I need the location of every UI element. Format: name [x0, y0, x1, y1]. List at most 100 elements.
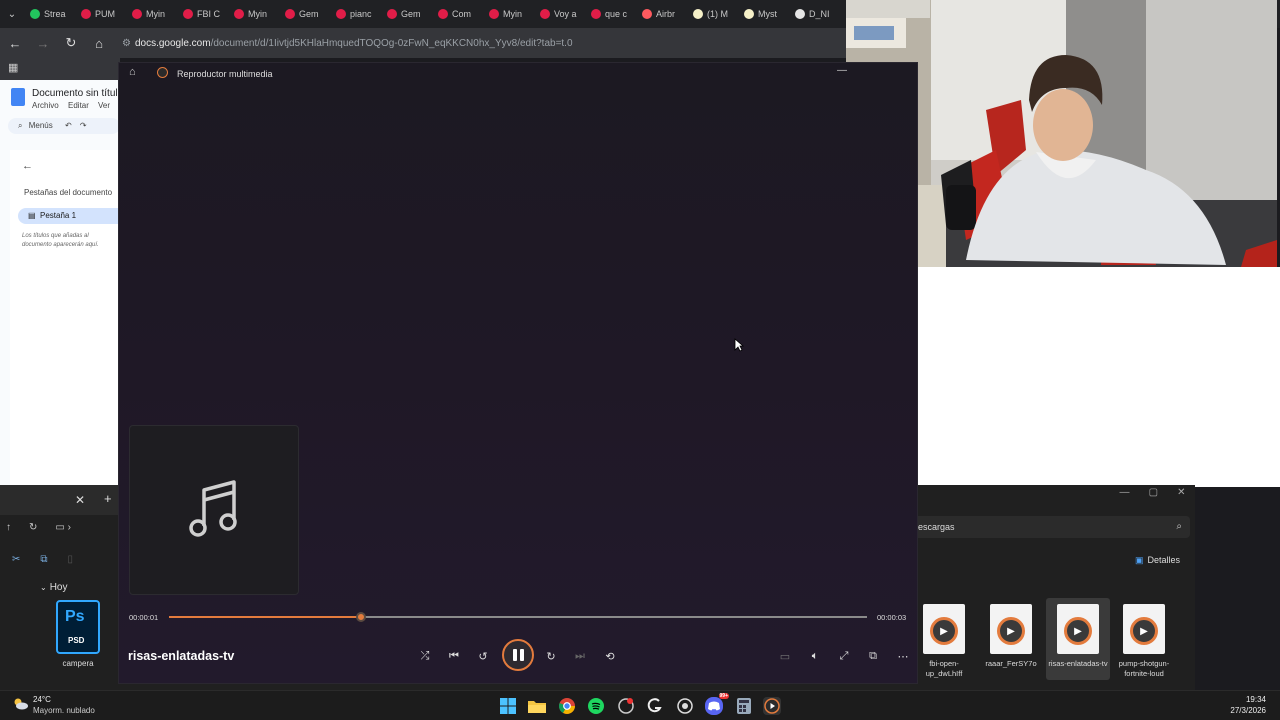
search-icon[interactable]: ⌕: [1176, 516, 1182, 538]
back-icon[interactable]: ←: [8, 36, 22, 51]
search-input[interactable]: escargas ⌕: [912, 516, 1190, 538]
reload-icon[interactable]: ↻: [64, 35, 78, 51]
close-tab-icon[interactable]: ✕: [75, 493, 85, 507]
repeat-off-icon[interactable]: ⟲: [601, 647, 619, 665]
docs-logo-icon: [11, 88, 25, 106]
video-file[interactable]: ▶ pump-shotgun-fortnite-loud: [1115, 604, 1173, 680]
clock-time[interactable]: 19:34: [1246, 695, 1266, 704]
calculator-icon[interactable]: [735, 697, 753, 715]
clock-date[interactable]: 27/3/2026: [1230, 706, 1266, 715]
music-note-icon: [189, 480, 237, 537]
menu-ver[interactable]: Ver: [98, 101, 110, 110]
details-button[interactable]: ▣ Detalles: [1135, 552, 1180, 568]
photoshop-express-icon[interactable]: [617, 697, 635, 715]
mini-player-icon[interactable]: ⧉: [864, 647, 882, 665]
close-panel-arrow-icon[interactable]: ←: [22, 160, 33, 172]
fullscreen-icon[interactable]: ⤢: [835, 647, 853, 665]
site-info-icon[interactable]: ⚙: [122, 38, 131, 49]
play-circle-icon: ▶: [930, 617, 958, 645]
details-pane-icon: ▣: [1135, 555, 1144, 565]
browser-tab[interactable]: Gem: [381, 0, 432, 28]
volume-icon[interactable]: 🔈︎: [806, 647, 824, 665]
browser-tab[interactable]: Airbr: [636, 0, 687, 28]
browser-tab-label: Myin: [248, 9, 268, 19]
tab-favicon-icon: [795, 9, 805, 19]
file-name[interactable]: campera: [50, 659, 106, 668]
search-menus[interactable]: Menús: [29, 121, 53, 130]
new-tab-icon[interactable]: +: [104, 491, 112, 506]
app-g-icon[interactable]: [646, 697, 664, 715]
browser-tab[interactable]: Com: [432, 0, 483, 28]
shuffle-icon[interactable]: ⤮: [416, 647, 434, 665]
discord-icon[interactable]: 99+: [705, 693, 729, 715]
undo-icon[interactable]: ↶: [65, 121, 72, 130]
home-icon[interactable]: ⌂: [129, 66, 136, 78]
browser-tab[interactable]: Myin: [483, 0, 534, 28]
psd-file-icon[interactable]: Ps PSD: [56, 600, 100, 654]
browser-tab[interactable]: D_NI: [789, 0, 840, 28]
chrome-icon[interactable]: [558, 697, 576, 715]
browser-tab[interactable]: Myst: [738, 0, 789, 28]
browser-tab-label: Strea: [44, 9, 66, 19]
spotify-icon[interactable]: [587, 697, 605, 715]
cloudy-weather-icon[interactable]: [13, 698, 29, 710]
home-icon[interactable]: ⌂: [92, 36, 106, 51]
more-options-icon[interactable]: ⋯: [894, 647, 912, 665]
video-file[interactable]: ▶ fbi-open-up_dwLhIff: [915, 604, 973, 680]
doc-title[interactable]: Documento sin título: [32, 88, 123, 99]
seek-bar[interactable]: [169, 612, 867, 622]
forward-30-icon[interactable]: ↻: [542, 647, 560, 665]
video-file[interactable]: ▶ raaar_FerSY7o: [982, 604, 1040, 680]
play-circle-icon: ▶: [997, 617, 1025, 645]
play-circle-icon: ▶: [1130, 617, 1158, 645]
address-bar-row: ← → ↻ ⌂ ⚙ docs.google.com/document/d/1Iiv…: [0, 28, 846, 58]
browser-tab-label: Voy a: [554, 9, 577, 19]
minimize-icon[interactable]: —: [837, 65, 847, 76]
search-menus-icon[interactable]: ⌕: [18, 121, 22, 130]
paste-icon[interactable]: ▯: [68, 554, 74, 565]
browser-tab[interactable]: Myin: [228, 0, 279, 28]
steam-icon[interactable]: [676, 697, 694, 715]
previous-icon[interactable]: ⏮: [445, 647, 463, 665]
url-field[interactable]: ⚙ docs.google.com/document/d/1Iivtjd5KHla…: [122, 38, 573, 49]
browser-tab[interactable]: que c: [585, 0, 636, 28]
discord-notification-badge: 99+: [718, 693, 729, 699]
browser-tab[interactable]: (1) M: [687, 0, 738, 28]
apps-grid-icon[interactable]: ▦: [8, 61, 18, 74]
browser-tab[interactable]: pianc: [330, 0, 381, 28]
minimize-icon[interactable]: —: [1120, 487, 1130, 503]
redo-icon[interactable]: ↷: [80, 121, 87, 130]
video-file[interactable]: ▶ risas-enlatadas-tv: [1048, 604, 1108, 680]
rewind-10-icon[interactable]: ↺: [474, 647, 492, 665]
forward-icon[interactable]: →: [36, 36, 50, 51]
seek-bar-progress: [169, 616, 361, 618]
group-header-today[interactable]: ⌄ Hoy: [40, 582, 68, 593]
cut-icon[interactable]: ✂: [12, 554, 20, 565]
doc-tab-1[interactable]: ▤ Pestaña 1: [18, 208, 120, 224]
menu-archivo[interactable]: Archivo: [32, 101, 59, 110]
maximize-icon[interactable]: ▢: [1149, 487, 1158, 503]
this-pc-icon[interactable]: ▭ ›: [55, 522, 71, 533]
browser-tab[interactable]: Voy a: [534, 0, 585, 28]
media-player-taskbar-icon[interactable]: [763, 697, 781, 715]
menu-editar[interactable]: Editar: [68, 101, 89, 110]
seek-thumb[interactable]: [355, 612, 366, 622]
refresh-icon[interactable]: ↻: [29, 522, 37, 533]
file-explorer-icon[interactable]: [528, 697, 546, 715]
pause-button[interactable]: [502, 639, 534, 671]
tab-search-chevron-icon[interactable]: ⌄: [0, 0, 24, 28]
browser-tab[interactable]: FBI C: [177, 0, 228, 28]
captions-icon[interactable]: ▭: [776, 647, 794, 665]
up-arrow-icon[interactable]: ↑: [6, 522, 11, 533]
browser-tab[interactable]: Strea: [24, 0, 75, 28]
copy-icon[interactable]: ⧉: [40, 554, 47, 565]
windows-start-icon[interactable]: [499, 697, 517, 715]
browser-tab[interactable]: Myin: [126, 0, 177, 28]
browser-tab[interactable]: PUM: [75, 0, 126, 28]
browser-tab[interactable]: Gem: [279, 0, 330, 28]
weather-description[interactable]: Mayorm. nublado: [33, 706, 95, 715]
file-name: raaar_FerSY7o: [985, 659, 1037, 668]
next-icon[interactable]: ⏭: [571, 647, 589, 665]
close-icon[interactable]: ✕: [1177, 487, 1185, 503]
weather-temperature[interactable]: 24°C: [33, 695, 51, 704]
